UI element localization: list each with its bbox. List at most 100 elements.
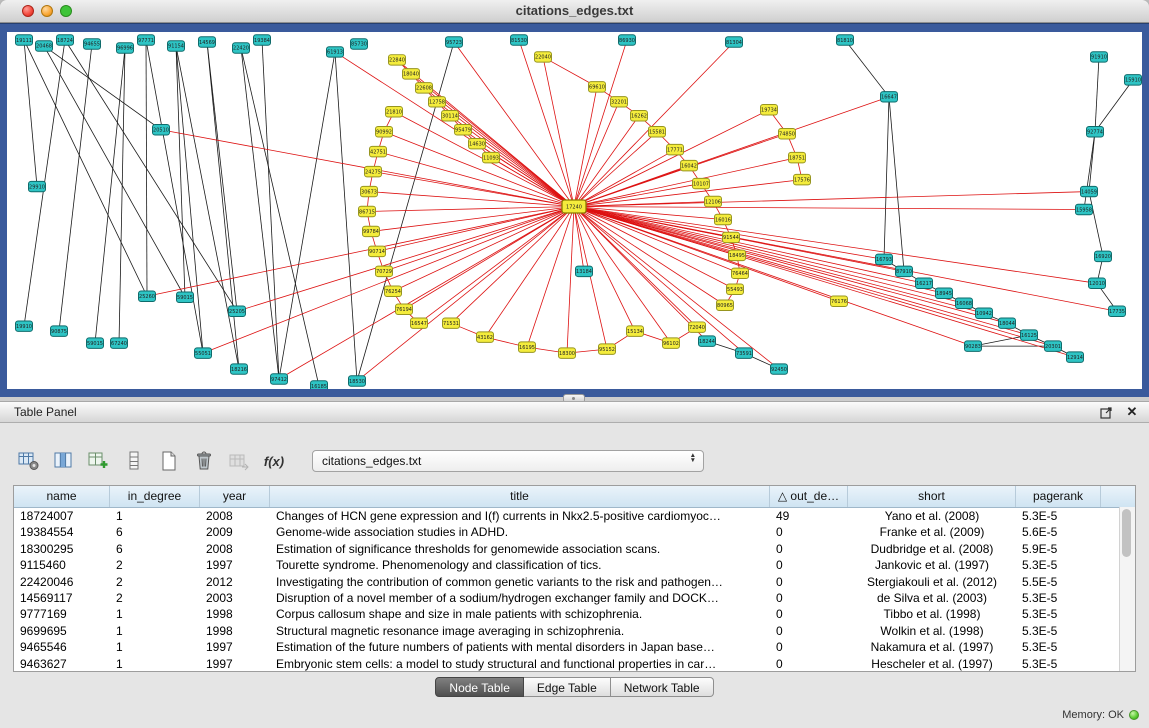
graph-node[interactable]: 87910 — [896, 266, 913, 276]
graph-node[interactable]: 21810 — [386, 107, 403, 117]
graph-node[interactable]: 96996 — [117, 43, 134, 53]
column-header-year[interactable]: year — [200, 486, 270, 507]
graph-node[interactable]: 95479 — [455, 124, 472, 134]
table-vertical-scrollbar[interactable] — [1119, 507, 1135, 671]
table-cell[interactable]: Stergiakouli et al. (2012) — [848, 574, 1016, 590]
graph-node[interactable]: 67240 — [111, 338, 128, 348]
create-column-icon[interactable] — [86, 448, 112, 474]
table-cell[interactable]: 2008 — [200, 541, 270, 557]
float-panel-icon[interactable] — [1099, 405, 1113, 419]
graph-node[interactable]: 76176 — [831, 296, 848, 306]
table-cell[interactable]: 5.5E-5 — [1016, 574, 1101, 590]
table-cell[interactable]: Jankovic et al. (1997) — [848, 557, 1016, 573]
graph-node[interactable]: 18495 — [729, 250, 746, 260]
graph-node[interactable]: 16125 — [1021, 330, 1038, 340]
column-header-short[interactable]: short — [848, 486, 1016, 507]
table-cell[interactable]: 0 — [770, 656, 848, 672]
graph-node[interactable]: 18244 — [699, 336, 716, 346]
graph-node[interactable]: 55493 — [727, 284, 744, 294]
graph-node[interactable]: 90992 — [376, 126, 393, 136]
table-cell[interactable]: Tourette syndrome. Phenomenology and cla… — [270, 557, 770, 573]
graph-node[interactable]: 90283 — [965, 341, 982, 351]
table-cell[interactable]: Yano et al. (2008) — [848, 508, 1016, 524]
graph-node[interactable]: 16920 — [1095, 251, 1112, 261]
table-cell[interactable]: 2 — [110, 574, 200, 590]
graph-node[interactable]: 86715 — [359, 206, 376, 216]
graph-node[interactable]: 18751 — [789, 152, 806, 162]
table-row[interactable]: 946362711997Embryonic stem cells: a mode… — [14, 656, 1135, 672]
graph-node[interactable]: 17735 — [1109, 306, 1126, 316]
graph-node[interactable]: 19910 — [16, 321, 33, 331]
graph-node[interactable]: 15134 — [627, 326, 644, 336]
graph-node[interactable]: 15958 — [1076, 204, 1093, 214]
table-cell[interactable]: 0 — [770, 590, 848, 606]
table-selector-dropdown[interactable]: citations_edges.txt ▲▼ — [312, 450, 704, 472]
graph-node[interactable]: 16647 — [881, 92, 898, 102]
graph-node[interactable]: 18945 — [936, 288, 953, 298]
graph-node[interactable]: 22040 — [535, 52, 552, 62]
graph-node[interactable]: 91544 — [723, 232, 740, 242]
graph-node[interactable]: 14059 — [1081, 186, 1098, 196]
table-cell[interactable]: 9463627 — [14, 656, 110, 672]
table-row[interactable]: 1456911722003Disruption of a novel membe… — [14, 590, 1135, 606]
table-cell[interactable]: 0 — [770, 623, 848, 639]
table-row[interactable]: 1872400712008Changes of HCN gene express… — [14, 508, 1135, 524]
column-header-outde[interactable]: △ out_de… — [770, 486, 848, 507]
network-canvas[interactable]: 1724021810909924275124275306738671599784… — [7, 32, 1142, 389]
table-cell[interactable]: Investigating the contribution of common… — [270, 574, 770, 590]
toggle-columns-icon[interactable] — [51, 448, 77, 474]
graph-node[interactable]: 14569 — [199, 37, 216, 47]
graph-node[interactable]: 73591 — [736, 348, 753, 358]
table-cell[interactable]: 0 — [770, 574, 848, 590]
table-cell[interactable]: de Silva et al. (2003) — [848, 590, 1016, 606]
graph-node[interactable]: 85730 — [351, 39, 368, 49]
new-table-icon[interactable] — [156, 448, 182, 474]
table-cell[interactable]: 1 — [110, 508, 200, 524]
table-cell[interactable]: 2012 — [200, 574, 270, 590]
table-cell[interactable]: 1997 — [200, 656, 270, 672]
graph-node[interactable]: 81810 — [837, 35, 854, 45]
graph-node[interactable]: 59015 — [177, 292, 194, 302]
graph-node[interactable]: 95723 — [446, 37, 463, 47]
graph-node[interactable]: 30114 — [442, 111, 459, 121]
graph-node[interactable]: 61913 — [327, 47, 344, 57]
table-cell[interactable]: 5.3E-5 — [1016, 656, 1101, 672]
function-builder-icon[interactable]: f(x) — [261, 448, 287, 474]
table-cell[interactable]: 18724007 — [14, 508, 110, 524]
graph-node[interactable]: 16185 — [311, 381, 328, 389]
graph-node[interactable]: 20510 — [153, 124, 170, 134]
table-row[interactable]: 911546021997Tourette syndrome. Phenomeno… — [14, 557, 1135, 573]
table-cell[interactable]: 5.3E-5 — [1016, 508, 1101, 524]
table-cell[interactable]: Corpus callosum shape and size in male p… — [270, 606, 770, 622]
graph-node[interactable]: 18530 — [349, 376, 366, 386]
graph-node[interactable]: 97412 — [271, 374, 288, 384]
tab-node-table[interactable]: Node Table — [435, 677, 524, 697]
table-row[interactable]: 1938455462009Genome-wide association stu… — [14, 524, 1135, 540]
table-cell[interactable]: 22420046 — [14, 574, 110, 590]
table-row[interactable]: 1830029562008Estimation of significance … — [14, 541, 1135, 557]
table-cell[interactable]: Dudbridge et al. (2008) — [848, 541, 1016, 557]
graph-node[interactable]: 86930 — [619, 35, 636, 45]
graph-node[interactable]: 12914 — [1067, 352, 1084, 362]
graph-node[interactable]: 42751 — [370, 146, 387, 156]
graph-node[interactable]: 12106 — [705, 196, 722, 206]
graph-node[interactable]: 76254 — [385, 286, 402, 296]
graph-node[interactable]: 55051 — [195, 348, 212, 358]
table-row[interactable]: 946554611997Estimation of the future num… — [14, 639, 1135, 655]
graph-node[interactable]: 90714 — [369, 246, 386, 256]
table-cell[interactable]: Changes of HCN gene expression and I(f) … — [270, 508, 770, 524]
rows-icon[interactable] — [121, 448, 147, 474]
window-titlebar[interactable]: citations_edges.txt — [0, 0, 1149, 23]
graph-node[interactable]: 13184 — [576, 266, 593, 276]
table-cell[interactable]: 0 — [770, 557, 848, 573]
graph-node[interactable]: 22608 — [416, 83, 433, 93]
table-cell[interactable]: 2008 — [200, 508, 270, 524]
table-cell[interactable]: 1998 — [200, 623, 270, 639]
table-cell[interactable]: 1998 — [200, 606, 270, 622]
graph-node[interactable]: 19734 — [761, 105, 778, 115]
table-cell[interactable]: 9699695 — [14, 623, 110, 639]
graph-node[interactable]: 16068 — [956, 298, 973, 308]
graph-node[interactable]: 16547 — [411, 318, 428, 328]
graph-node[interactable]: 59015 — [87, 338, 104, 348]
graph-node[interactable]: 16016 — [715, 214, 732, 224]
